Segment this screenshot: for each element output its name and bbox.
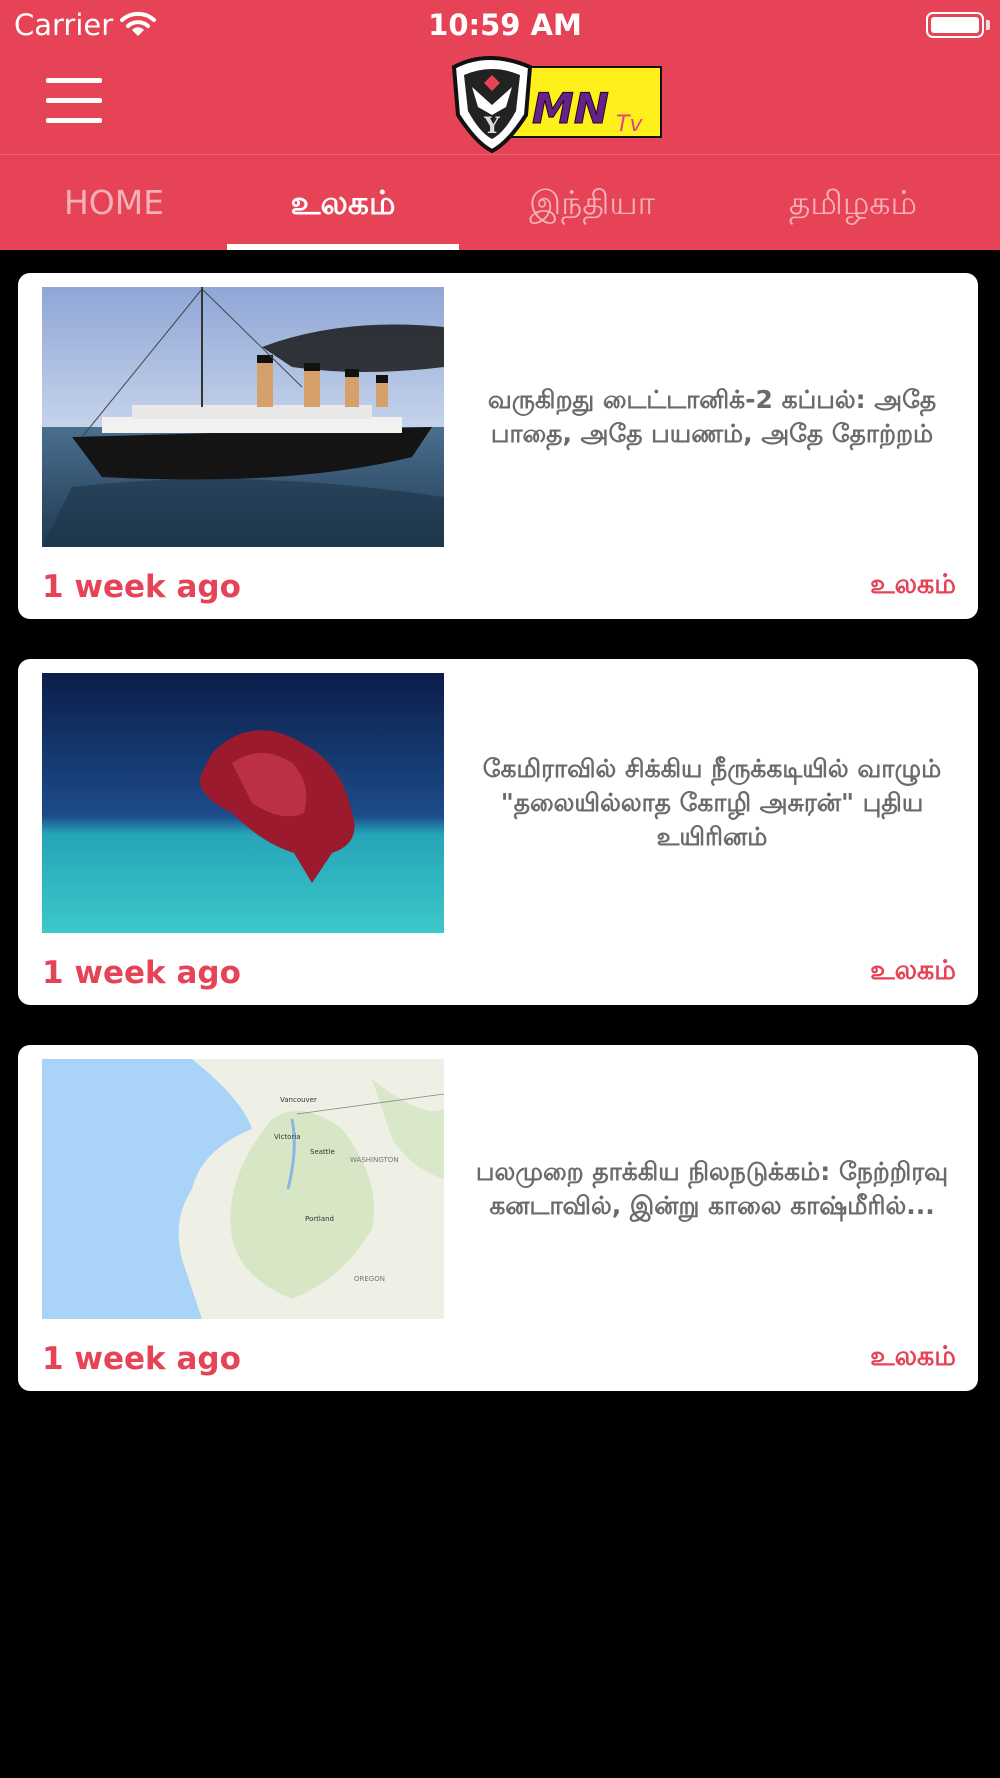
article-thumbnail[interactable]: Vancouver Victoria Seattle WASHINGTON Po… — [42, 1059, 444, 1319]
tab-tamilnadu[interactable]: தமிழகம் — [725, 155, 981, 250]
map-label-oregon: OREGON — [354, 1275, 385, 1283]
sea-creature-image — [42, 673, 444, 933]
category-tabs: HOME உலகம் இந்தியா தமிழகம் — [0, 155, 1000, 250]
titanic-ship-image — [42, 287, 444, 547]
article-headline[interactable]: வருகிறது டைட்டானிக்-2 கப்பல்: அதே பாதை, … — [464, 287, 960, 547]
map-label-portland: Portland — [305, 1215, 334, 1223]
tab-world[interactable]: உலகம் — [227, 155, 459, 250]
article-time: 1 week ago — [42, 1341, 241, 1377]
map-label-washington: WASHINGTON — [350, 1156, 399, 1164]
article-category[interactable]: உலகம் — [870, 955, 956, 990]
clock: 10:59 AM — [428, 8, 582, 42]
tab-india[interactable]: இந்தியா — [472, 155, 712, 250]
article-thumbnail[interactable] — [42, 287, 444, 547]
battery-icon — [926, 12, 984, 38]
news-card[interactable]: வருகிறது டைட்டானிக்-2 கப்பல்: அதே பாதை, … — [18, 273, 978, 619]
logo-sub: Tv — [616, 112, 643, 137]
hamburger-menu-button[interactable] — [46, 78, 102, 124]
mn-tv-logo: Y MN Tv — [451, 56, 662, 153]
tab-home[interactable]: HOME — [14, 155, 214, 250]
article-time: 1 week ago — [42, 955, 241, 991]
map-image: Vancouver Victoria Seattle WASHINGTON Po… — [42, 1059, 444, 1319]
status-bar: Carrier 10:59 AM — [0, 0, 1000, 50]
article-category[interactable]: உலகம் — [870, 569, 956, 604]
map-label-victoria: Victoria — [274, 1133, 301, 1141]
article-category[interactable]: உலகம் — [870, 1341, 956, 1376]
app-header: Carrier 10:59 AM Y MN Tv HOME உலகம் இந்த… — [0, 0, 1000, 250]
article-headline[interactable]: பலமுறை தாக்கிய நிலநடுக்கம்: நேற்றிரவு கன… — [464, 1059, 960, 1319]
article-time: 1 week ago — [42, 569, 241, 605]
battery-tip — [986, 20, 990, 30]
news-card[interactable]: கேமிராவில் சிக்கிய நீருக்கடியில் வாழும் … — [18, 659, 978, 1005]
map-label-seattle: Seattle — [310, 1148, 335, 1156]
article-thumbnail[interactable] — [42, 673, 444, 933]
logo-letter: Y — [483, 113, 500, 139]
active-tab-indicator — [227, 244, 459, 250]
map-label-vancouver: Vancouver — [280, 1096, 317, 1104]
article-headline[interactable]: கேமிராவில் சிக்கிய நீருக்கடியில் வாழும் … — [464, 673, 960, 933]
news-card[interactable]: Vancouver Victoria Seattle WASHINGTON Po… — [18, 1045, 978, 1391]
logo-text: MN — [532, 84, 609, 133]
